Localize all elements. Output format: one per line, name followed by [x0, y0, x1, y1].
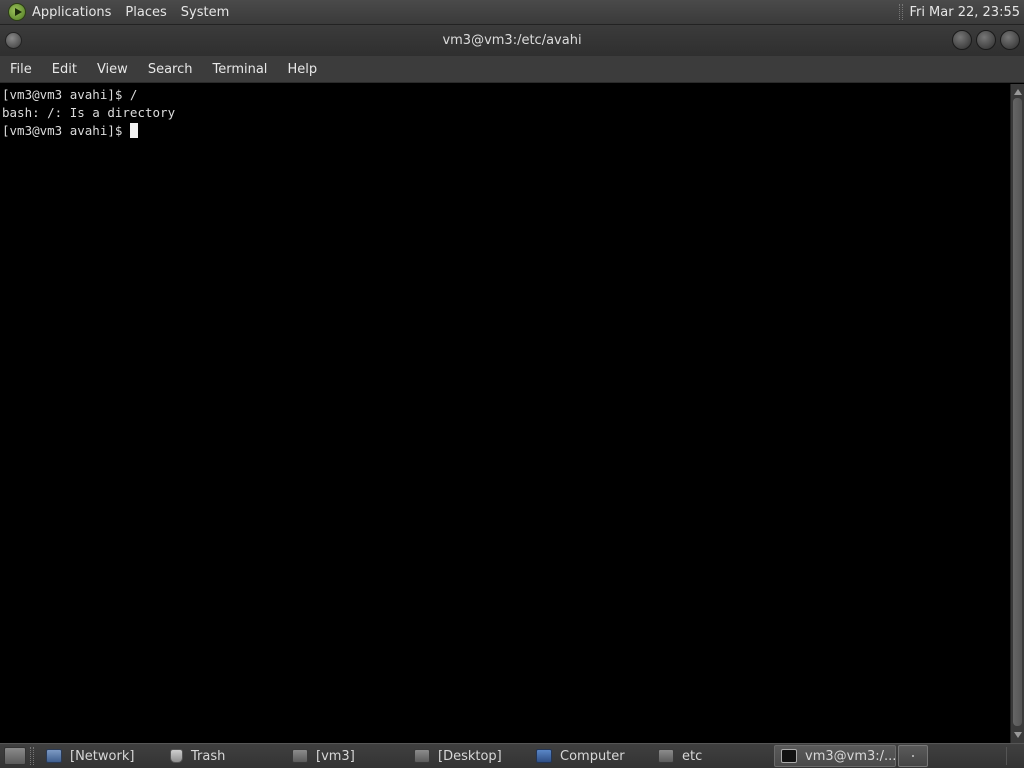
folder-icon	[414, 749, 430, 763]
menubar: File Edit View Search Terminal Help	[0, 56, 1024, 83]
clock[interactable]: Fri Mar 22, 23:55	[909, 5, 1020, 20]
folder-icon	[292, 749, 308, 763]
task-etc[interactable]: etc	[652, 745, 774, 767]
terminal-line: bash: /: Is a directory	[2, 105, 176, 120]
text-cursor	[129, 123, 138, 138]
close-button[interactable]	[1000, 30, 1020, 50]
tray-terminal-button[interactable]	[898, 745, 928, 767]
scroll-down-icon[interactable]	[1014, 732, 1022, 738]
panel-handle[interactable]	[899, 4, 904, 20]
minimize-button[interactable]	[952, 30, 972, 50]
bottom-taskbar: [Network] Trash [vm3] [Desktop] Computer…	[0, 743, 1024, 768]
taskbar-handle[interactable]	[30, 747, 34, 765]
taskbar-end-handle[interactable]	[1006, 747, 1020, 765]
computer-icon	[536, 749, 552, 763]
scrollbar-thumb[interactable]	[1013, 98, 1022, 726]
terminal-scrollbar[interactable]	[1010, 84, 1024, 743]
menu-view[interactable]: View	[87, 56, 138, 83]
menu-file[interactable]: File	[0, 56, 42, 83]
trash-icon	[170, 749, 183, 763]
applications-logo-icon[interactable]	[8, 3, 26, 21]
top-panel: Applications Places System Fri Mar 22, 2…	[0, 0, 1024, 25]
terminal-icon	[781, 749, 797, 763]
window-title: vm3@vm3:/etc/avahi	[442, 33, 582, 48]
scroll-up-icon[interactable]	[1014, 89, 1022, 95]
network-icon	[46, 749, 62, 763]
task-trash[interactable]: Trash	[164, 745, 286, 767]
task-label: [vm3]	[316, 748, 355, 764]
places-menu[interactable]: Places	[125, 5, 166, 20]
task-vm3[interactable]: [vm3]	[286, 745, 408, 767]
folder-icon	[658, 749, 674, 763]
task-label: vm3@vm3:/...	[805, 748, 896, 764]
terminal-prompt-line: [vm3@vm3 avahi]$	[2, 122, 1008, 140]
menu-search[interactable]: Search	[138, 56, 203, 83]
task-label: [Desktop]	[438, 748, 502, 764]
window-menu-icon[interactable]	[5, 32, 22, 49]
terminal-line: [vm3@vm3 avahi]$ /	[2, 87, 138, 102]
maximize-button[interactable]	[976, 30, 996, 50]
task-label: [Network]	[70, 748, 135, 764]
menu-terminal[interactable]: Terminal	[202, 56, 277, 83]
task-label: etc	[682, 748, 703, 764]
applications-menu[interactable]: Applications	[32, 5, 111, 20]
top-menu: Applications Places System	[32, 5, 229, 20]
menu-edit[interactable]: Edit	[42, 56, 87, 83]
system-menu[interactable]: System	[181, 5, 229, 20]
task-network[interactable]: [Network]	[40, 745, 164, 767]
window-titlebar[interactable]: vm3@vm3:/etc/avahi	[0, 25, 1024, 56]
menu-help[interactable]: Help	[277, 56, 327, 83]
show-desktop-icon[interactable]	[4, 747, 26, 765]
terminal-prompt: [vm3@vm3 avahi]$	[2, 123, 130, 138]
task-label: Computer	[560, 748, 625, 764]
task-desktop[interactable]: [Desktop]	[408, 745, 530, 767]
task-label: Trash	[191, 748, 226, 764]
task-terminal[interactable]: vm3@vm3:/...	[774, 745, 896, 767]
terminal-area[interactable]: [vm3@vm3 avahi]$ / bash: /: Is a directo…	[0, 84, 1010, 743]
terminal-icon	[912, 755, 914, 757]
task-computer[interactable]: Computer	[530, 745, 652, 767]
